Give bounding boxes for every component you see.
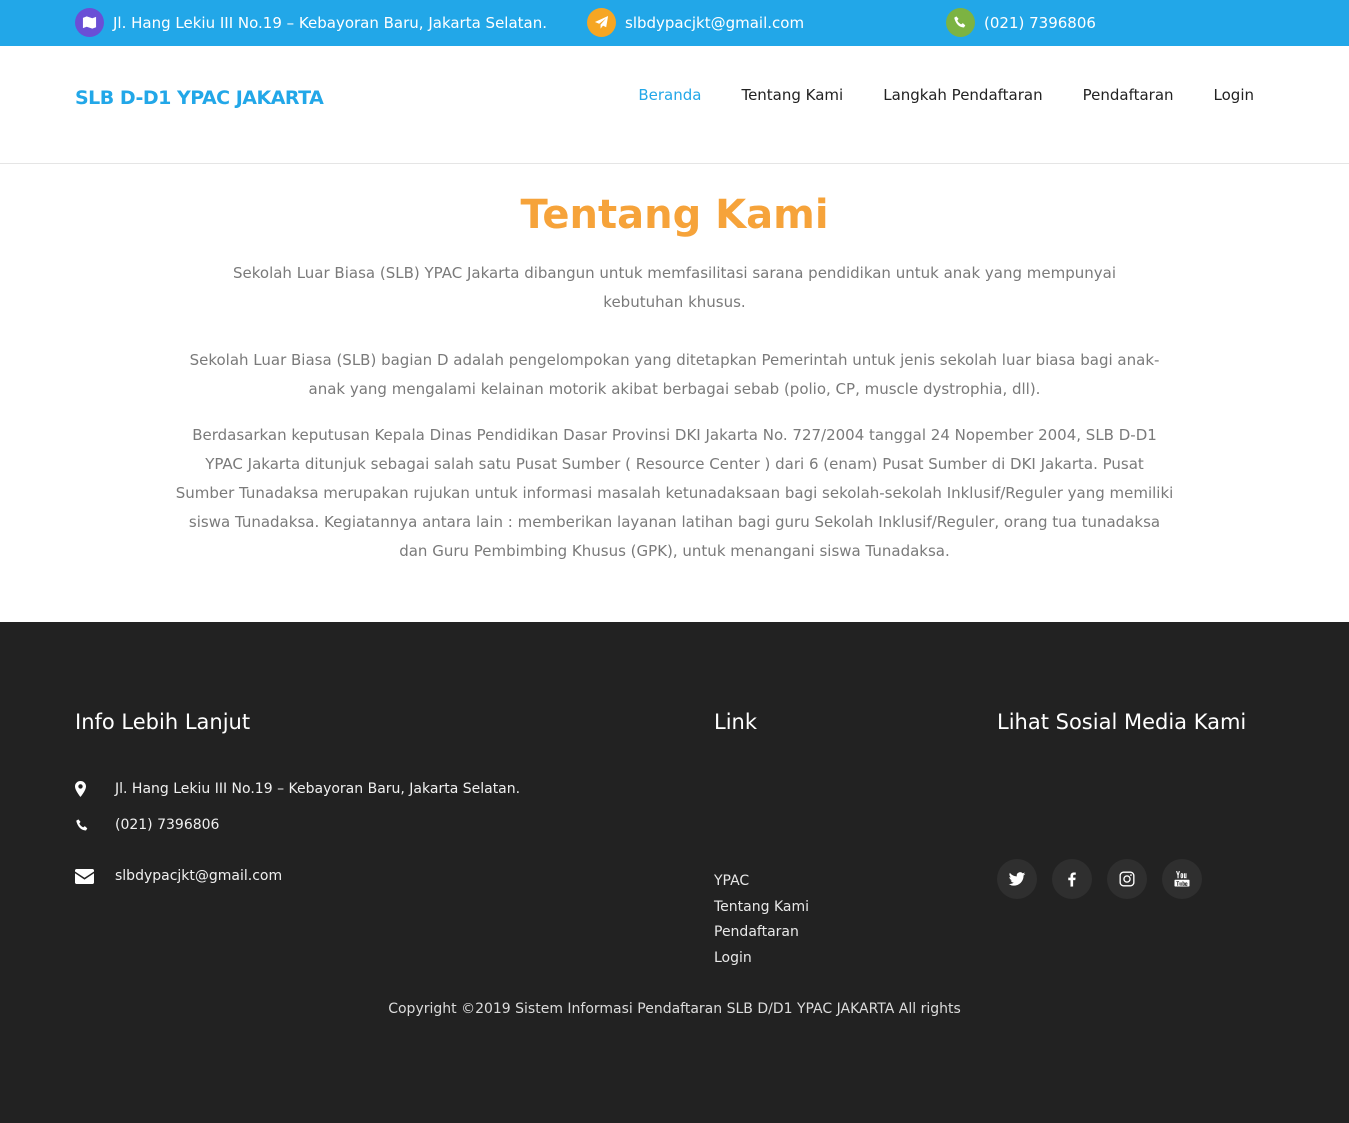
topbar-phone-text[interactable]: (021) 7396806 xyxy=(984,14,1096,32)
instagram-icon xyxy=(1119,871,1135,887)
footer-link-title: Link xyxy=(714,710,758,734)
footer-link-tentang-kami[interactable]: Tentang Kami xyxy=(714,895,809,921)
top-info-bar: Jl. Hang Lekiu III No.19 – Kebayoran Bar… xyxy=(0,0,1349,46)
footer-phone-text[interactable]: (021) 7396806 xyxy=(115,817,219,833)
footer-email[interactable]: slbdypacjkt@gmail.com xyxy=(75,868,282,884)
twitter-icon xyxy=(1008,872,1026,886)
youtube-button[interactable] xyxy=(1162,859,1202,899)
map-icon xyxy=(75,8,104,37)
topbar-email[interactable]: slbdypacjkt@gmail.com xyxy=(587,8,804,37)
footer-phone[interactable]: (021) 7396806 xyxy=(75,817,219,833)
about-paragraph-2: Sekolah Luar Biasa (SLB) bagian D adalah… xyxy=(189,351,1160,398)
nav-langkah-pendaftaran[interactable]: Langkah Pendaftaran xyxy=(883,86,1042,104)
map-marker-icon xyxy=(75,781,115,797)
social-links xyxy=(997,859,1217,899)
footer-link-ypac[interactable]: YPAC xyxy=(714,869,809,895)
site-footer: Info Lebih Lanjut Jl. Hang Lekiu III No.… xyxy=(0,622,1349,1123)
about-paragraph-3: Berdasarkan keputusan Kepala Dinas Pendi… xyxy=(175,426,1174,560)
about-paragraph-1: Sekolah Luar Biasa (SLB) YPAC Jakarta di… xyxy=(232,264,1116,311)
main-nav: Beranda Tentang Kami Langkah Pendaftaran… xyxy=(598,86,1254,104)
phone-icon xyxy=(946,8,975,37)
facebook-button[interactable] xyxy=(1052,859,1092,899)
twitter-button[interactable] xyxy=(997,859,1037,899)
topbar-email-text[interactable]: slbdypacjkt@gmail.com xyxy=(625,14,804,32)
topbar-address-text: Jl. Hang Lekiu III No.19 – Kebayoran Bar… xyxy=(113,13,548,32)
about-section: Tentang Kami Sekolah Luar Biasa (SLB) YP… xyxy=(0,164,1349,622)
envelope-icon xyxy=(75,868,115,884)
footer-social-column: Lihat Sosial Media Kami xyxy=(997,710,1247,899)
paper-plane-icon xyxy=(587,8,616,37)
nav-login[interactable]: Login xyxy=(1214,86,1254,104)
footer-info-column: Info Lebih Lanjut Jl. Hang Lekiu III No.… xyxy=(75,710,520,884)
footer-links: YPAC Tentang Kami Pendaftaran Login xyxy=(714,869,809,971)
nav-tentang-kami[interactable]: Tentang Kami xyxy=(741,86,843,104)
footer-info-title: Info Lebih Lanjut xyxy=(75,710,251,734)
nav-beranda[interactable]: Beranda xyxy=(638,86,701,104)
youtube-icon xyxy=(1174,871,1190,887)
nav-pendaftaran[interactable]: Pendaftaran xyxy=(1083,86,1174,104)
footer-link-login[interactable]: Login xyxy=(714,946,809,972)
footer-email-text[interactable]: slbdypacjkt@gmail.com xyxy=(115,868,282,884)
topbar-address: Jl. Hang Lekiu III No.19 – Kebayoran Bar… xyxy=(75,8,547,37)
footer-address-text: Jl. Hang Lekiu III No.19 – Kebayoran Bar… xyxy=(115,781,521,797)
instagram-button[interactable] xyxy=(1107,859,1147,899)
footer-social-title: Lihat Sosial Media Kami xyxy=(997,710,1247,734)
footer-link-column: Link YPAC Tentang Kami Pendaftaran Login xyxy=(714,710,809,966)
page-title: Tentang Kami xyxy=(520,192,829,238)
footer-address: Jl. Hang Lekiu III No.19 – Kebayoran Bar… xyxy=(75,781,520,797)
topbar-phone[interactable]: (021) 7396806 xyxy=(946,8,1096,37)
site-header: SLB D-D1 YPAC JAKARTA Beranda Tentang Ka… xyxy=(0,46,1349,164)
footer-link-pendaftaran[interactable]: Pendaftaran xyxy=(714,920,809,946)
facebook-icon xyxy=(1068,872,1076,887)
phone-icon xyxy=(75,818,115,833)
copyright-text: Copyright ©2019 Sistem Informasi Pendaft… xyxy=(388,1001,961,1017)
site-logo[interactable]: SLB D-D1 YPAC JAKARTA xyxy=(75,87,324,109)
